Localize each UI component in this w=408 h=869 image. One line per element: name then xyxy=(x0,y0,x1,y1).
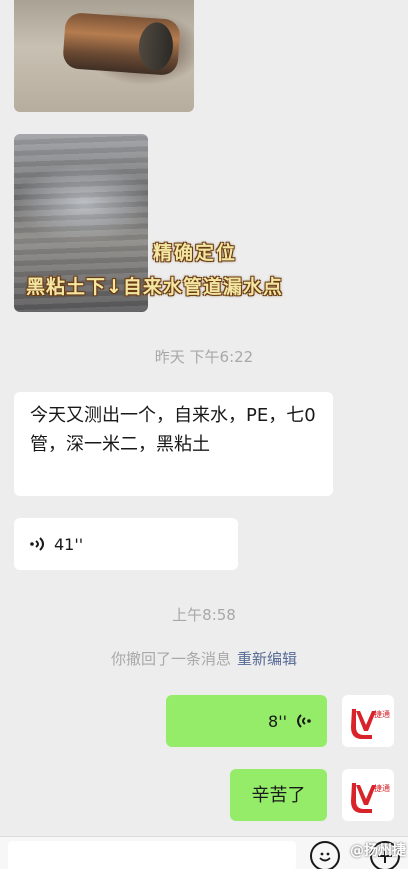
sent-text-bubble[interactable]: 辛苦了 xyxy=(230,769,327,821)
re-edit-link[interactable]: 重新编辑 xyxy=(237,650,297,668)
voice-wave-icon xyxy=(30,537,44,551)
timestamp-morning: 上午8:58 xyxy=(172,606,236,624)
emoji-button[interactable] xyxy=(310,841,340,869)
sent-text: 辛苦了 xyxy=(251,784,306,806)
photo-caption-title: 精确定位 xyxy=(153,242,238,264)
recall-notice: 你撤回了一条消息 重新编辑 xyxy=(0,648,408,669)
pipe-photo[interactable] xyxy=(14,0,194,112)
company-logo-icon: 捷通 xyxy=(351,783,390,813)
avatar-logo-text: 捷通 xyxy=(374,783,390,793)
smiley-icon xyxy=(319,852,331,862)
sent-voice-bubble[interactable]: 8'' xyxy=(166,695,327,747)
sent-voice-duration: 8'' xyxy=(268,711,287,731)
received-text: 今天又测出一个，自来水，PE，七0管，深一米二，黑粘土 xyxy=(30,405,316,455)
timestamp-yesterday: 昨天 下午6:22 xyxy=(154,348,254,366)
avatar[interactable]: 捷通 xyxy=(342,769,394,821)
received-voice-bubble[interactable]: 41'' xyxy=(14,518,238,570)
watermark: @扬州捷 xyxy=(350,843,406,859)
voice-wave-icon xyxy=(297,714,311,728)
company-logo-icon: 捷通 xyxy=(351,709,390,739)
recall-text: 你撤回了一条消息 xyxy=(110,650,231,668)
received-voice-duration: 41'' xyxy=(54,534,84,554)
received-text-bubble[interactable]: 今天又测出一个，自来水，PE，七0管，深一米二，黑粘土 xyxy=(14,392,333,496)
input-bar xyxy=(0,836,408,869)
message-input[interactable] xyxy=(8,841,296,869)
pipe-shape xyxy=(62,12,181,76)
avatar[interactable]: 捷通 xyxy=(342,695,394,747)
avatar-logo-text: 捷通 xyxy=(374,709,390,719)
photo-caption-subtitle: 黑粘土下↓自来水管道漏水点 xyxy=(26,276,283,298)
